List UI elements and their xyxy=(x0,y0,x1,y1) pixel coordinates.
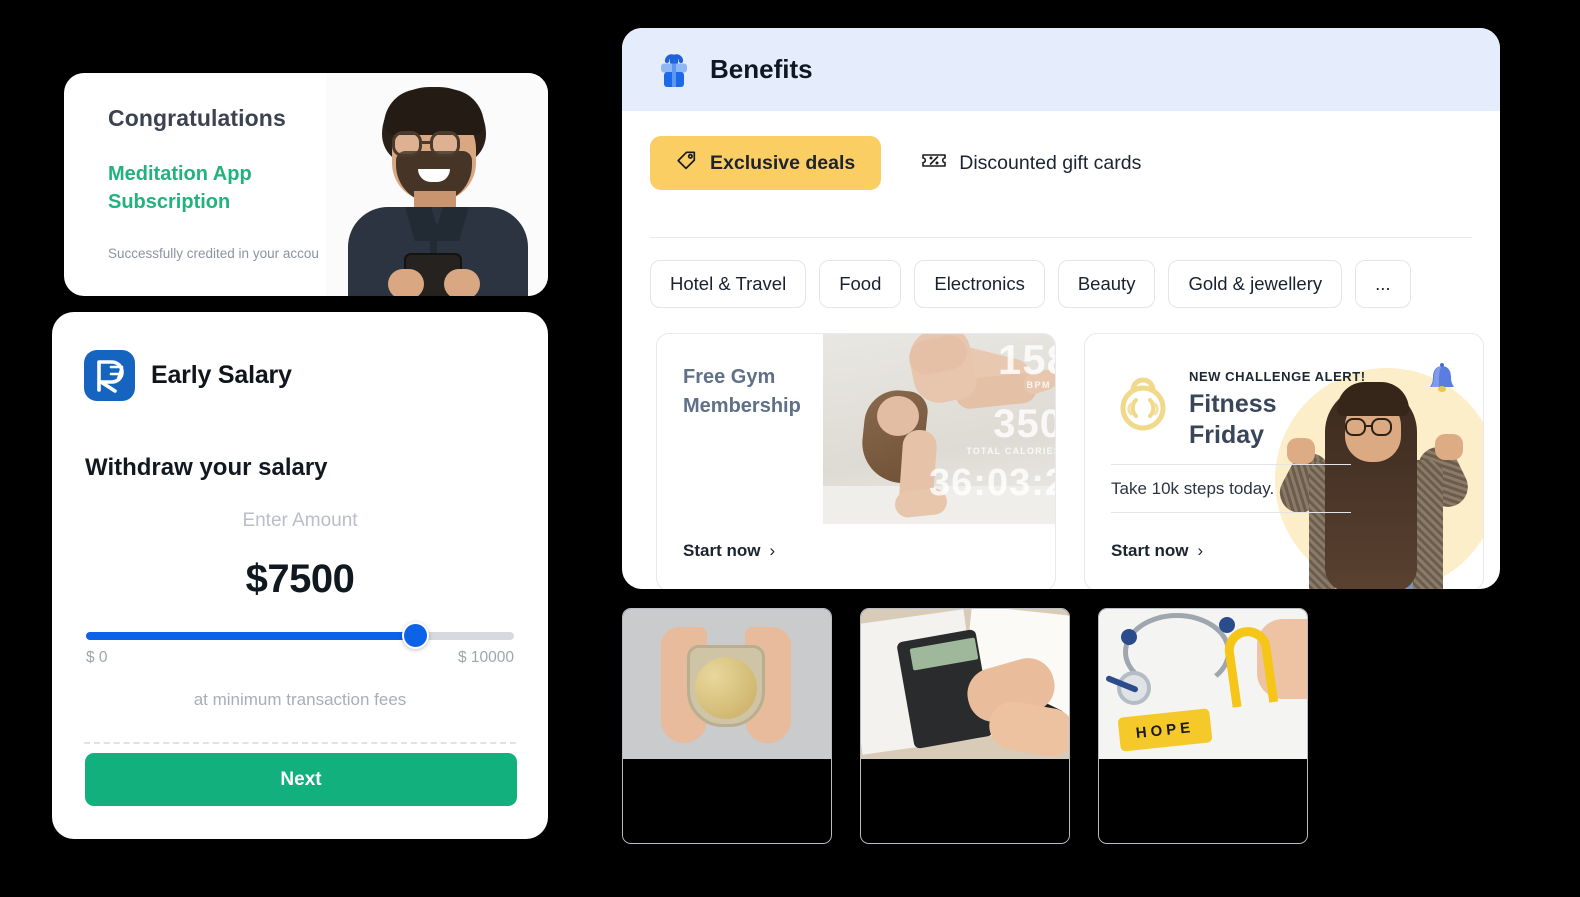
overlay-bpm-label: BPM xyxy=(1026,380,1051,390)
tabs-divider xyxy=(650,237,1472,238)
bottom-card-row: HOPE xyxy=(622,608,1308,844)
chevron-right-icon: › xyxy=(769,541,776,560)
fitness-divider-bottom xyxy=(1111,512,1351,513)
slider-min-label: $ 0 xyxy=(86,649,108,666)
chip-beauty[interactable]: Beauty xyxy=(1057,260,1156,308)
benefits-tabs: Exclusive deals Discounted gift cards xyxy=(650,136,1167,190)
chip-hotel-travel[interactable]: Hotel & Travel xyxy=(650,260,807,308)
overlay-calories-label: TOTAL CALORIES xyxy=(966,446,1056,456)
chip-electronics[interactable]: Electronics xyxy=(914,260,1045,308)
fitness-divider-top xyxy=(1111,464,1351,465)
slider-fill xyxy=(86,632,416,640)
start-now-link-fitness[interactable]: Start now › xyxy=(1111,541,1203,561)
yoga-photo: 158 BPM 350 TOTAL CALORIES 36:03:2 xyxy=(823,334,1056,524)
bottom-card-content-area xyxy=(1099,759,1307,843)
calculator-photo xyxy=(861,609,1069,759)
start-now-label: Start now xyxy=(1111,541,1189,560)
benefits-title: Benefits xyxy=(710,54,813,84)
ticket-percent-icon xyxy=(921,149,947,177)
fitness-subtitle: Take 10k steps today. xyxy=(1111,479,1275,498)
withdraw-heading: Withdraw your salary xyxy=(85,454,328,481)
man-with-phone-photo xyxy=(326,73,548,296)
dashed-divider xyxy=(84,742,516,744)
chip-gold-jewellery[interactable]: Gold & jewellery xyxy=(1168,260,1343,308)
reward-name: Meditation App Subscription xyxy=(108,163,252,213)
deal-card-free-gym-membership[interactable]: Free Gym Membership 158 BPM 350 TOTAL CA… xyxy=(656,333,1056,589)
early-salary-header: Early Salary xyxy=(84,350,292,401)
tag-icon xyxy=(676,149,698,177)
tab-exclusive-deals[interactable]: Exclusive deals xyxy=(650,136,882,190)
credited-note: Successfully credited in your accou xyxy=(108,246,319,261)
hope-label: HOPE xyxy=(1117,708,1213,752)
kettlebell-icon xyxy=(1111,366,1175,432)
tab-discounted-gift-cards-label: Discounted gift cards xyxy=(959,151,1142,174)
bottom-card-hope-ribbon[interactable]: HOPE xyxy=(1098,608,1308,844)
next-button[interactable]: Next xyxy=(85,753,517,806)
benefits-header: Benefits xyxy=(622,28,1500,111)
overlay-bpm-value: 158 xyxy=(997,336,1055,383)
congratulations-card: Congratulations Meditation App Subscript… xyxy=(64,73,548,296)
early-salary-card: Early Salary Withdraw your salary Enter … xyxy=(52,312,548,839)
benefits-panel: Benefits Exclusive deals Discounted gift… xyxy=(622,28,1500,589)
overlay-calories-value: 350 xyxy=(993,402,1055,446)
slider-max-label: $ 10000 xyxy=(457,649,514,666)
fitness-friday-title: Fitness Friday xyxy=(1189,390,1277,449)
bottom-card-content-area xyxy=(861,759,1069,843)
coins-jar-photo xyxy=(623,609,831,759)
challenge-alert-label: NEW CHALLENGE ALERT! xyxy=(1189,369,1366,384)
bottom-card-content-area xyxy=(623,759,831,843)
early-salary-brand: Early Salary xyxy=(151,361,292,389)
rupee-logo-icon xyxy=(84,350,135,401)
category-chips: Hotel & Travel Food Electronics Beauty G… xyxy=(650,260,1411,308)
start-now-link-gym[interactable]: Start now › xyxy=(683,541,775,561)
chip-more[interactable]: ... xyxy=(1355,260,1411,308)
tab-exclusive-deals-label: Exclusive deals xyxy=(710,151,856,174)
congratulations-title: Congratulations xyxy=(108,105,286,131)
deal-card-fitness-friday[interactable]: NEW CHALLENGE ALERT! Fitness Friday Take… xyxy=(1084,333,1484,589)
screenshot-root: Congratulations Meditation App Subscript… xyxy=(0,0,1580,897)
tab-discounted-gift-cards[interactable]: Discounted gift cards xyxy=(895,136,1167,190)
deal-cards: Free Gym Membership 158 BPM 350 TOTAL CA… xyxy=(656,333,1484,589)
amount-slider[interactable] xyxy=(86,622,514,649)
slider-thumb[interactable] xyxy=(402,622,430,649)
chip-food[interactable]: Food xyxy=(819,260,902,308)
transaction-fee-note: at minimum transaction fees xyxy=(193,690,407,709)
overlay-timer: 36:03:2 xyxy=(929,462,1056,504)
bottom-card-calculator[interactable] xyxy=(860,608,1070,844)
amount-value: $7500 xyxy=(245,557,355,601)
start-now-label: Start now xyxy=(683,541,761,560)
chevron-right-icon: › xyxy=(1197,541,1204,560)
amount-placeholder-label: Enter Amount xyxy=(242,510,358,531)
bell-icon xyxy=(1425,362,1459,398)
hope-ribbon-photo: HOPE xyxy=(1099,609,1307,759)
deal-title: Free Gym Membership xyxy=(683,366,801,417)
gift-icon xyxy=(654,50,694,90)
bottom-card-coins[interactable] xyxy=(622,608,832,844)
